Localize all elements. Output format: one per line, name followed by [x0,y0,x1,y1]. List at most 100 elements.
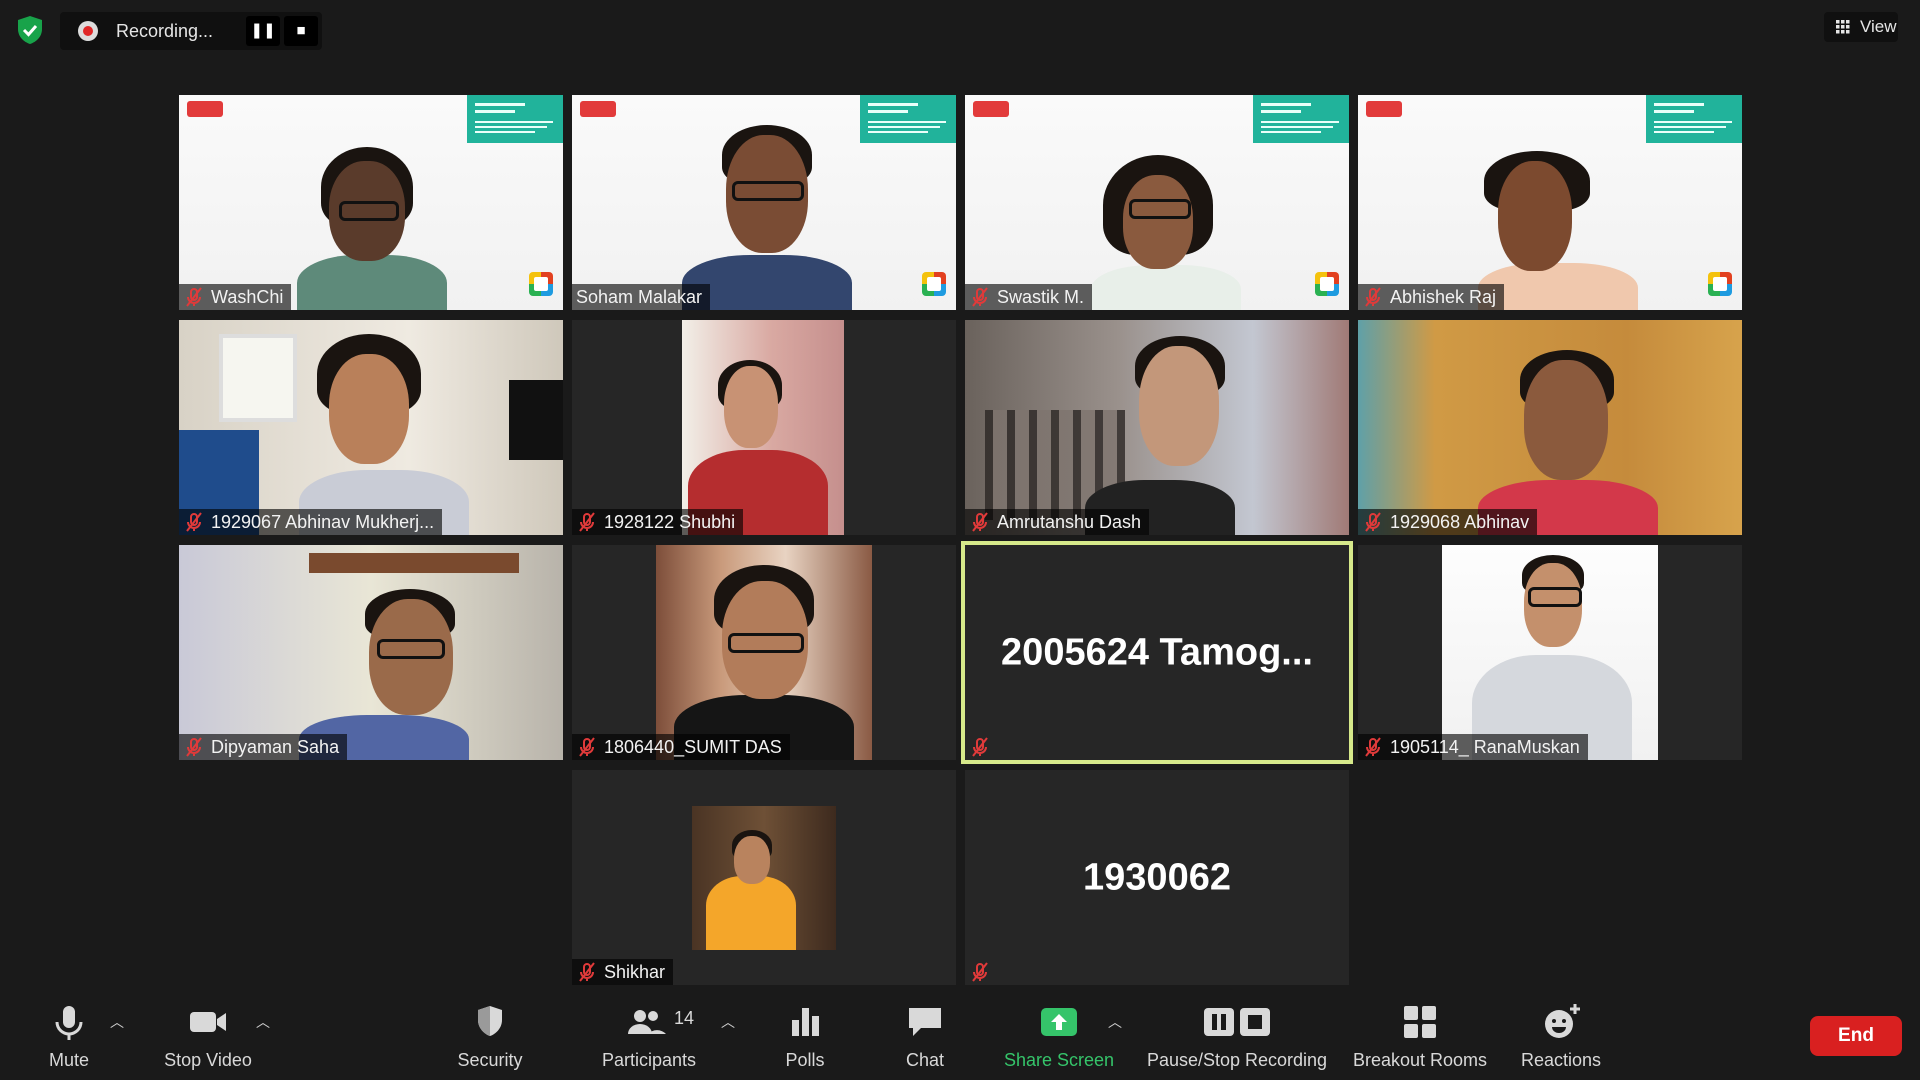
participant-display-name: 2005624 Tamog... [1001,631,1313,673]
muted-mic-icon [1365,737,1381,757]
stop-video-button[interactable]: Stop Video [158,1000,258,1071]
video-tile[interactable]: 1930062 [965,770,1349,985]
participant-name-tag: 1905114_ RanaMuskan [1358,734,1588,760]
video-tile[interactable]: Shikhar [572,770,956,985]
participants-icon [628,1010,666,1034]
participants-button[interactable]: 14 Participants [594,1000,704,1071]
muted-mic-icon [1365,512,1381,532]
audio-options-chevron-up-icon[interactable]: ︿ [110,1012,124,1030]
pause-stop-recording-button[interactable]: Pause/Stop Recording [1144,1000,1330,1071]
video-tile[interactable]: Dipyaman Saha [179,545,563,760]
event-banner [1253,95,1349,143]
participant-name: Dipyaman Saha [211,736,340,757]
pause-stop-recording-icon [1204,1008,1270,1036]
security-button[interactable]: Security [450,1000,530,1071]
participant-video [1358,95,1742,310]
participant-name-tag: Soham Malakar [572,284,711,310]
reactions-label: Reactions [1520,1050,1602,1070]
participant-display-name: 1930062 [1083,856,1231,898]
muted-mic-icon [186,512,202,532]
participants-label: Participants [601,1050,697,1070]
participant-name: 1929067 Abhinav Mukherj... [211,511,435,532]
participant-name: Swastik M. [997,286,1085,307]
participant-video [179,545,563,760]
reactions-button[interactable]: Reactions [1516,1000,1606,1071]
stop-recording-button[interactable]: ■ [284,16,318,46]
video-tile[interactable]: Soham Malakar [572,95,956,310]
pause-recording-button[interactable]: ❚❚ [246,16,280,46]
breakout-rooms-button[interactable]: Breakout Rooms [1350,1000,1490,1071]
pause-stop-recording-label: Pause/Stop Recording [1146,1050,1328,1070]
participant-video [682,320,844,535]
participant-video [692,806,836,950]
security-label: Security [457,1050,523,1070]
participant-name-tag: 1928122 Shubhi [572,509,744,535]
end-meeting-button[interactable]: End [1810,1016,1902,1056]
participant-video [179,320,563,535]
meeting-toolbar: Mute ︿ Stop Video ︿ Security 14 Particip… [0,992,1920,1080]
grid-view-icon [1836,20,1850,34]
view-button[interactable]: View [1824,12,1898,42]
video-tile[interactable]: Amrutanshu Dash [965,320,1349,535]
polls-button[interactable]: Polls [772,1000,838,1071]
video-tile[interactable]: WashChi [179,95,563,310]
video-tile[interactable]: 1929067 Abhinav Mukherj... [179,320,563,535]
share-options-chevron-up-icon[interactable]: ︿ [1108,1012,1122,1030]
event-logo [973,101,1009,117]
video-tile[interactable]: Abhishek Raj [1358,95,1742,310]
participant-name-tag: Shikhar [572,959,674,985]
event-banner [1646,95,1742,143]
video-tile[interactable]: 1928122 Shubhi [572,320,956,535]
security-shield-outline-icon [478,1006,502,1036]
share-screen-arrow-icon [1041,1008,1077,1036]
participant-name-tag: Amrutanshu Dash [965,509,1150,535]
event-logo [580,101,616,117]
muted-mic-icon [972,512,988,532]
muted-mic-icon [1365,287,1381,307]
participant-name-tag [965,959,1005,985]
participant-name: Shikhar [604,961,666,982]
participant-name-tag: Swastik M. [965,284,1093,310]
participant-name: 1806440_SUMIT DAS [604,736,782,757]
participant-name-tag: Dipyaman Saha [179,734,348,760]
participant-name: Soham Malakar [576,286,703,307]
video-options-chevron-up-icon[interactable]: ︿ [256,1012,270,1030]
participants-options-chevron-up-icon[interactable]: ︿ [721,1012,735,1030]
stop-video-label: Stop Video [164,1050,252,1070]
polls-bar-chart-icon [792,1008,819,1036]
event-banner [467,95,563,143]
participant-name-tag [965,734,1005,760]
video-tile[interactable]: Swastik M. [965,95,1349,310]
breakout-rooms-label: Breakout Rooms [1352,1050,1488,1070]
hackerearth-logo [1315,272,1339,296]
security-shield-icon[interactable] [14,14,46,46]
participant-name-tag: Abhishek Raj [1358,284,1505,310]
muted-mic-icon [972,962,988,982]
participant-name: 1928122 Shubhi [604,511,736,532]
muted-mic-icon [579,737,595,757]
hackerearth-logo [529,272,553,296]
recording-dot-icon [78,21,98,41]
participant-video [179,95,563,310]
participant-video [1358,320,1742,535]
muted-mic-icon [186,737,202,757]
share-screen-button[interactable]: Share Screen [1000,1000,1118,1071]
mute-button[interactable]: Mute [34,1000,104,1071]
chat-button[interactable]: Chat [890,1000,960,1071]
participant-name: 1905114_ RanaMuskan [1390,736,1580,757]
video-tile[interactable]: 1929068 Abhinav [1358,320,1742,535]
event-banner [860,95,956,143]
participant-name-tag: 1929067 Abhinav Mukherj... [179,509,443,535]
active-speaker-tile[interactable]: 2005624 Tamog... [961,541,1353,764]
participant-name: WashChi [211,286,284,307]
muted-mic-icon [579,512,595,532]
video-tile[interactable]: 1905114_ RanaMuskan [1358,545,1742,760]
hackerearth-logo [1708,272,1732,296]
muted-mic-icon [579,962,595,982]
participants-count: 14 [674,1008,695,1028]
video-tile[interactable]: 1806440_SUMIT DAS [572,545,956,760]
recording-indicator: Recording... ❚❚ ■ [60,12,322,50]
muted-mic-icon [186,287,202,307]
chat-bubble-icon [909,1008,941,1036]
breakout-rooms-grid-icon [1404,1006,1436,1038]
